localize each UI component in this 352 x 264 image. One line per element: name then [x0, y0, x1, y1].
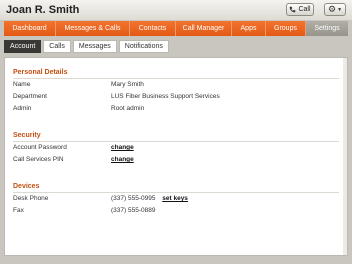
settings-menu-button[interactable]: ⚙ ▼ [324, 3, 346, 16]
nav-apps[interactable]: Apps [232, 21, 266, 36]
admin-value: Root admin [111, 105, 145, 112]
desk-phone-number: (337) 555-0995 [111, 195, 156, 202]
department-value: LUS Fiber Business Support Services [111, 93, 220, 100]
devices-title: Devices [13, 183, 40, 190]
nav-contacts[interactable]: Contacts [130, 21, 176, 36]
account-password-label: Account Password [13, 144, 67, 151]
gear-icon: ⚙ [327, 4, 337, 14]
scrollbar[interactable] [343, 58, 347, 255]
security-title: Security [13, 132, 41, 139]
tab-messages[interactable]: Messages [72, 40, 117, 53]
phone-icon [290, 6, 296, 13]
change-password-link[interactable]: change [111, 144, 134, 151]
personal-details-title: Personal Details [13, 69, 68, 76]
call-button-label: Call [298, 6, 311, 13]
account-panel: Personal Details Name Mary Smith Departm… [4, 57, 348, 256]
nav-call-manager[interactable]: Call Manager [176, 21, 232, 36]
department-label: Department [13, 93, 47, 100]
nav-messages-calls[interactable]: Messages & Calls [56, 21, 130, 36]
name-value: Mary Smith [111, 81, 144, 88]
fax-label: Fax [13, 207, 24, 214]
divider [13, 78, 339, 79]
user-name: Joan R. Smith [6, 4, 80, 16]
desk-phone-value: (337) 555-0995 set keys [111, 195, 188, 202]
tab-notifications[interactable]: Notifications [118, 40, 169, 53]
admin-label: Admin [13, 105, 32, 112]
desk-phone-label: Desk Phone [13, 195, 49, 202]
tab-calls[interactable]: Calls [43, 40, 71, 53]
name-label: Name [13, 81, 31, 88]
chevron-down-icon: ▼ [337, 6, 343, 13]
tab-account[interactable]: Account [4, 40, 42, 53]
settings-subnav: Account Calls Messages Notifications [4, 40, 169, 53]
divider [13, 141, 339, 142]
fax-value: (337) 555-0889 [111, 207, 156, 214]
app-header: Joan R. Smith Call ⚙ ▼ [0, 0, 352, 20]
nav-settings[interactable]: Settings [306, 21, 348, 36]
divider [13, 192, 339, 193]
main-nav: Dashboard Messages & Calls Contacts Call… [4, 21, 348, 36]
call-button[interactable]: Call [286, 3, 314, 16]
nav-groups[interactable]: Groups [266, 21, 306, 36]
set-keys-link[interactable]: set keys [162, 195, 188, 202]
change-pin-link[interactable]: change [111, 156, 134, 163]
call-services-pin-label: Call Services PIN [13, 156, 64, 163]
nav-dashboard[interactable]: Dashboard [4, 21, 56, 36]
